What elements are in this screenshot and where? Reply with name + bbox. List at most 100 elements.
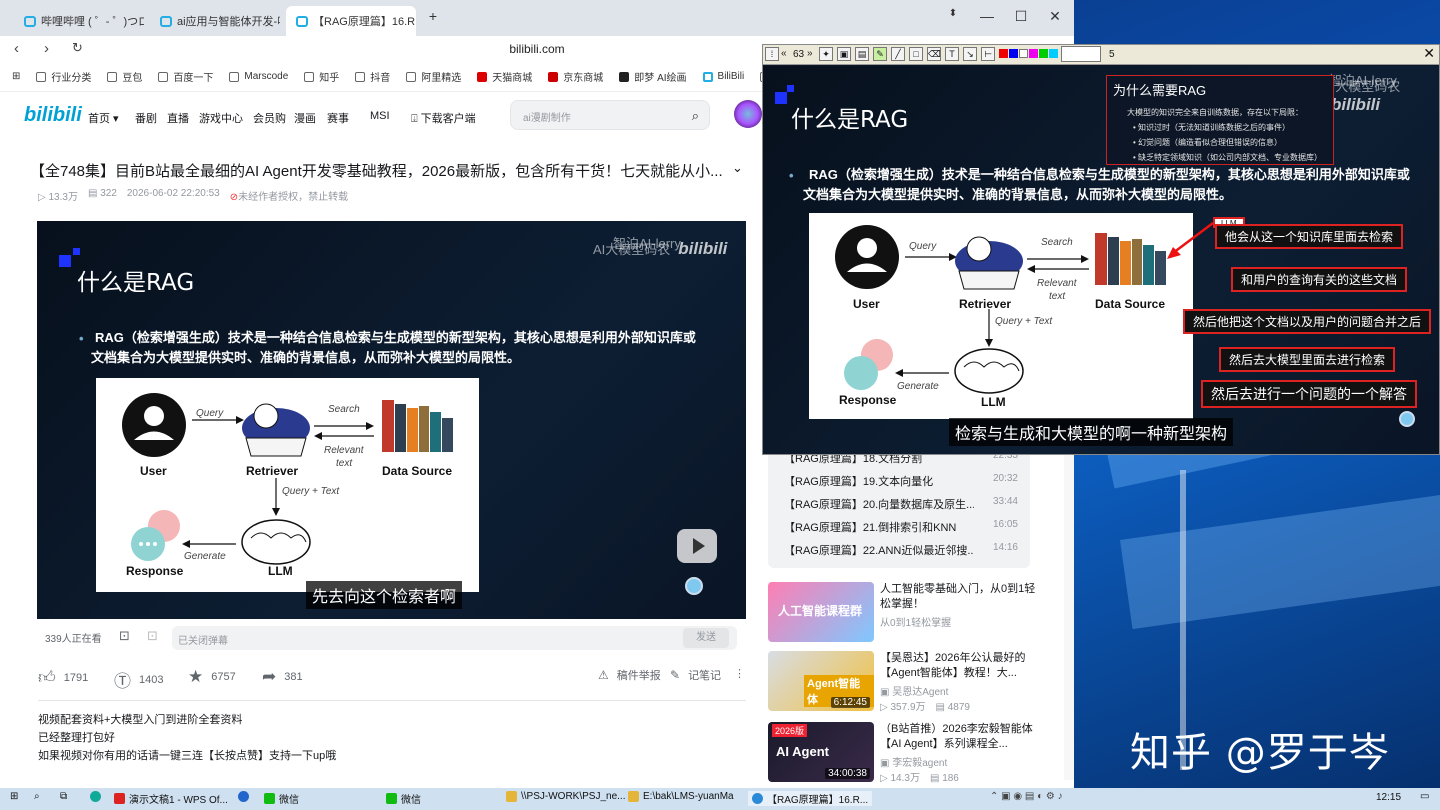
nav-anime[interactable]: 番剧 <box>135 110 157 126</box>
tool-eraser-icon[interactable]: ⌫ <box>927 47 941 61</box>
bookmark-item[interactable]: 抖音 <box>355 69 390 84</box>
bookmark-item[interactable]: 即梦 AI绘画 <box>619 69 687 84</box>
nav-home[interactable]: 首页 ▾ <box>88 110 119 126</box>
nav-games[interactable]: 游戏中心 <box>199 110 243 126</box>
send-button[interactable]: 发送 <box>683 628 729 648</box>
danmaku-count: ▤ 322 <box>87 188 117 199</box>
more-icon[interactable]: ⋮ <box>734 667 745 680</box>
bookmark-item[interactable]: 行业分类 <box>36 69 91 84</box>
color-white-swatch[interactable] <box>1019 49 1028 58</box>
taskbar-item-folder2[interactable]: E:\bak\LMS-yuanMa <box>628 791 734 802</box>
taskbar-item-wps[interactable]: 演示文稿1 - WPS Of... <box>114 791 228 806</box>
close-icon[interactable]: ✕ <box>1423 45 1435 62</box>
width-slider[interactable] <box>1061 46 1101 62</box>
notification-icon[interactable]: ▭ <box>1420 791 1429 802</box>
tool-arrow-icon[interactable]: ↘ <box>963 47 977 61</box>
search-input[interactable]: ai漫剧制作 ⌕ <box>510 100 710 130</box>
download-client-link[interactable]: ⍗ 下载客户端 <box>411 110 476 126</box>
danmaku-toggle-icon[interactable]: ⊡ <box>119 628 130 644</box>
avatar[interactable] <box>734 100 762 128</box>
bookmark-item[interactable]: 知乎 <box>304 69 339 84</box>
taskbar-item-browser[interactable] <box>238 791 253 802</box>
bookmark-item[interactable]: BiliBili <box>702 71 744 82</box>
taskbar-item-wechat[interactable]: 微信 <box>264 791 299 806</box>
list-item[interactable]: 【RAG原理篇】19.文本向量化 <box>784 473 974 489</box>
color-green-swatch[interactable] <box>1039 49 1048 58</box>
minimize-button[interactable]: — <box>972 8 1002 24</box>
tool-line-icon[interactable]: ╱ <box>891 47 905 61</box>
search-icon[interactable]: ⌕ <box>692 108 699 124</box>
nav-manga[interactable]: 漫画 <box>294 110 316 126</box>
tool-text-icon[interactable]: T <box>945 47 959 61</box>
taskbar-item-folder[interactable]: \\PSJ-WORK\PSJ_ne... <box>506 791 625 802</box>
tab-ai-dev[interactable]: ai应用与智能体开发-哔哩 <box>150 6 280 36</box>
tool-rect-icon[interactable]: □ <box>909 47 923 61</box>
color-blue-swatch[interactable] <box>1009 49 1018 58</box>
annotation-overlay-window[interactable]: ⁞ « 63 » ✦ ▣ ▤ ✎ ╱ □ ⌫ T ↘ ⊢ 5 ✕ 什么是RAG … <box>762 44 1440 455</box>
tool-move-icon[interactable]: ⁞ <box>765 47 779 61</box>
next-page-icon[interactable]: » <box>807 48 813 59</box>
danmaku-settings-icon[interactable]: ⊡ <box>147 628 158 644</box>
edge-icon[interactable] <box>90 791 105 802</box>
coin-button[interactable]: Ⓣ 1403 <box>114 667 163 692</box>
tool-save-icon[interactable]: ▤ <box>855 47 869 61</box>
danmaku-input[interactable]: 已关闭弹幕 发送 <box>172 626 737 650</box>
favorite-button[interactable]: ★ 6757 <box>188 667 236 687</box>
tray-icons[interactable]: ⌃ ▣ ◉ ▤ ◐ ⚙ ♪ <box>990 791 1063 802</box>
video-player[interactable]: 什么是RAG 智泊AI-lerry AI大模型码农 bilibili • RAG（… <box>37 221 746 619</box>
tool-pen-icon[interactable]: ✎ <box>873 47 887 61</box>
bookmark-item[interactable]: Marscode <box>229 71 288 82</box>
maximize-button[interactable]: ☐ <box>1006 8 1036 25</box>
description-line: 视频配套资料+大模型入门到进阶全套资料 <box>38 714 243 726</box>
search-icon[interactable]: ⌕ <box>34 791 40 802</box>
taskbar-item-video[interactable]: 【RAG原理篇】16.R... <box>748 791 873 806</box>
tab-search-icon[interactable]: ⬍ <box>938 8 968 19</box>
list-item[interactable]: 【RAG原理篇】22.ANN近似最近邻搜... <box>784 542 974 558</box>
copyright-notice: ⊘未经作者授权，禁止转载 <box>229 192 349 203</box>
taskbar-item-wechat2[interactable]: 微信 <box>386 791 421 806</box>
nav-mall[interactable]: 会员购 <box>253 110 286 126</box>
bilibili-logo[interactable]: bilibili <box>24 104 82 127</box>
bookmark-item[interactable]: 阿里精选 <box>406 69 461 84</box>
slide-bullet-line1: RAG（检索增强生成）技术是一种结合信息检索与生成模型的新型架构，其核心思想是利… <box>95 330 696 345</box>
recommendation-card[interactable]: 人工智能课程群 人工智能零基础入门，从0到1轻松掌握！ 从0到1轻松掌握 <box>768 582 1048 644</box>
prev-page-icon[interactable]: « <box>781 48 787 59</box>
list-item[interactable]: 【RAG原理篇】21.倒排索引和KNN <box>784 519 974 535</box>
close-window-button[interactable]: ✕ <box>1040 8 1070 25</box>
nav-esports[interactable]: 赛事 <box>327 110 349 126</box>
diagram-retriever-label: Retriever <box>246 464 299 478</box>
floating-ball-icon[interactable] <box>685 577 703 595</box>
tab-rag-video[interactable]: 【RAG原理篇】16.R✕ <box>286 6 416 36</box>
nav-live[interactable]: 直播 <box>167 110 189 126</box>
recommendation-card[interactable]: Agent智能体 6:12:45 【吴恩达】2026年公认最好的【Agent智能体… <box>768 651 1048 713</box>
tab-bilibili-home[interactable]: 哔哩哔哩 ( ゜- ゜)つロ 干 <box>14 6 144 36</box>
new-tab-button[interactable]: + <box>418 8 448 24</box>
tool-pointer-icon[interactable]: ✦ <box>819 47 833 61</box>
bookmark-item[interactable]: 豆包 <box>107 69 142 84</box>
bookmark-item[interactable]: 天猫商城 <box>477 69 532 84</box>
color-magenta-swatch[interactable] <box>1029 49 1038 58</box>
danmaku-icon: ▤ <box>929 773 940 784</box>
notes-button[interactable]: ✎ 记笔记 <box>670 667 721 683</box>
chevron-down-icon[interactable]: ⌄ <box>732 160 743 176</box>
tool-marker-icon[interactable]: ⊢ <box>981 47 995 61</box>
color-cyan-swatch[interactable] <box>1049 49 1058 58</box>
diagram-response-label: Response <box>839 393 897 407</box>
start-icon[interactable]: ⊞ <box>10 791 18 802</box>
play-tv-icon[interactable] <box>677 529 717 563</box>
list-item[interactable]: 【RAG原理篇】20.向量数据库及原生... <box>784 496 974 512</box>
share-button[interactable]: ➦ 381 <box>262 667 303 687</box>
bookmark-item[interactable]: 京东商城 <box>548 69 603 84</box>
apps-icon[interactable]: ⊞ <box>12 71 20 82</box>
recommendation-card[interactable]: 2026版 AI Agent 34:00:38 （B站首推）2026李宏毅智能体【A… <box>768 722 1048 784</box>
task-view-icon[interactable]: ⧉ <box>60 791 67 802</box>
report-button[interactable]: ⚠ 稿件举报 <box>598 667 661 683</box>
nav-msi[interactable]: MSI <box>370 110 390 122</box>
color-red-swatch[interactable] <box>999 49 1008 58</box>
floating-ball-icon[interactable] <box>1399 411 1415 427</box>
bookmark-item[interactable]: 百度一下 <box>158 69 213 84</box>
overlay-rag-diagram: User Retriever Data Source Response LLM … <box>809 213 1193 419</box>
slide-watermark: AI大模型码农bilibili <box>1323 79 1401 114</box>
like-button[interactable]: 👍︎ 1791 <box>38 667 88 688</box>
tool-screen-icon[interactable]: ▣ <box>837 47 851 61</box>
